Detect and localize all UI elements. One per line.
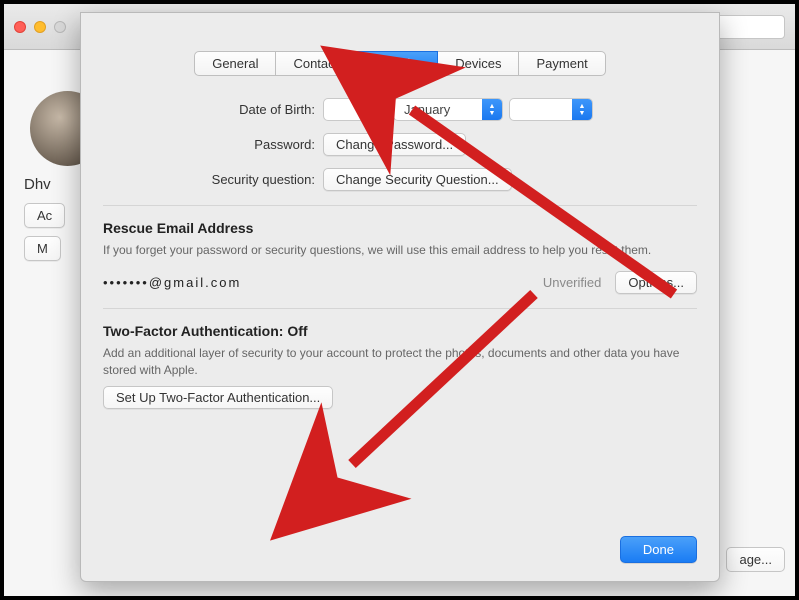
change-security-question-button[interactable]: Change Security Question... (323, 168, 512, 191)
rescue-email-status: Unverified (543, 275, 602, 290)
dob-day-popup[interactable]: ▲▼ (323, 98, 387, 121)
tab-devices[interactable]: Devices (438, 51, 519, 76)
window-controls (14, 21, 66, 33)
done-button[interactable]: Done (620, 536, 697, 563)
tab-contact[interactable]: Contact (276, 51, 356, 76)
rescue-email-desc: If you forget your password or security … (103, 242, 697, 259)
password-label: Password: (103, 137, 323, 152)
account-details-sheet: General Contact Security Devices Payment… (80, 12, 720, 582)
change-password-button[interactable]: Change Password... (323, 133, 466, 156)
tab-general[interactable]: General (194, 51, 276, 76)
security-question-label: Security question: (103, 172, 323, 187)
dob-month-popup[interactable]: January ▲▼ (393, 98, 503, 121)
zoom-icon[interactable] (54, 21, 66, 33)
setup-twofa-button[interactable]: Set Up Two-Factor Authentication... (103, 386, 333, 409)
divider (103, 205, 697, 206)
minimize-icon[interactable] (34, 21, 46, 33)
divider (103, 308, 697, 309)
dob-label: Date of Birth: (103, 102, 323, 117)
chevron-updown-icon: ▲▼ (366, 98, 386, 121)
rescue-email-options-button[interactable]: Options... (615, 271, 697, 294)
chevron-updown-icon: ▲▼ (482, 98, 502, 121)
tab-security[interactable]: Security (356, 51, 438, 76)
rescue-email-value: •••••••@gmail.com (103, 275, 241, 290)
chevron-updown-icon: ▲▼ (572, 98, 592, 121)
twofa-desc: Add an additional layer of security to y… (103, 345, 697, 379)
rescue-email-heading: Rescue Email Address (103, 220, 697, 236)
account-details-button[interactable]: Ac (24, 203, 65, 228)
close-icon[interactable] (14, 21, 26, 33)
manage-storage-button[interactable]: age... (726, 547, 785, 572)
manage-button[interactable]: M (24, 236, 61, 261)
security-question-row: Security question: Change Security Quest… (103, 168, 697, 191)
dob-row: Date of Birth: ▲▼ January ▲▼ ▲▼ (103, 98, 697, 121)
dob-year-popup[interactable]: ▲▼ (509, 98, 593, 121)
rescue-email-row: •••••••@gmail.com Unverified Options... (103, 271, 697, 294)
password-row: Password: Change Password... (103, 133, 697, 156)
tab-payment[interactable]: Payment (519, 51, 605, 76)
tabs: General Contact Security Devices Payment (103, 51, 697, 76)
dob-month-value: January (404, 102, 474, 117)
twofa-heading: Two-Factor Authentication: Off (103, 323, 697, 339)
